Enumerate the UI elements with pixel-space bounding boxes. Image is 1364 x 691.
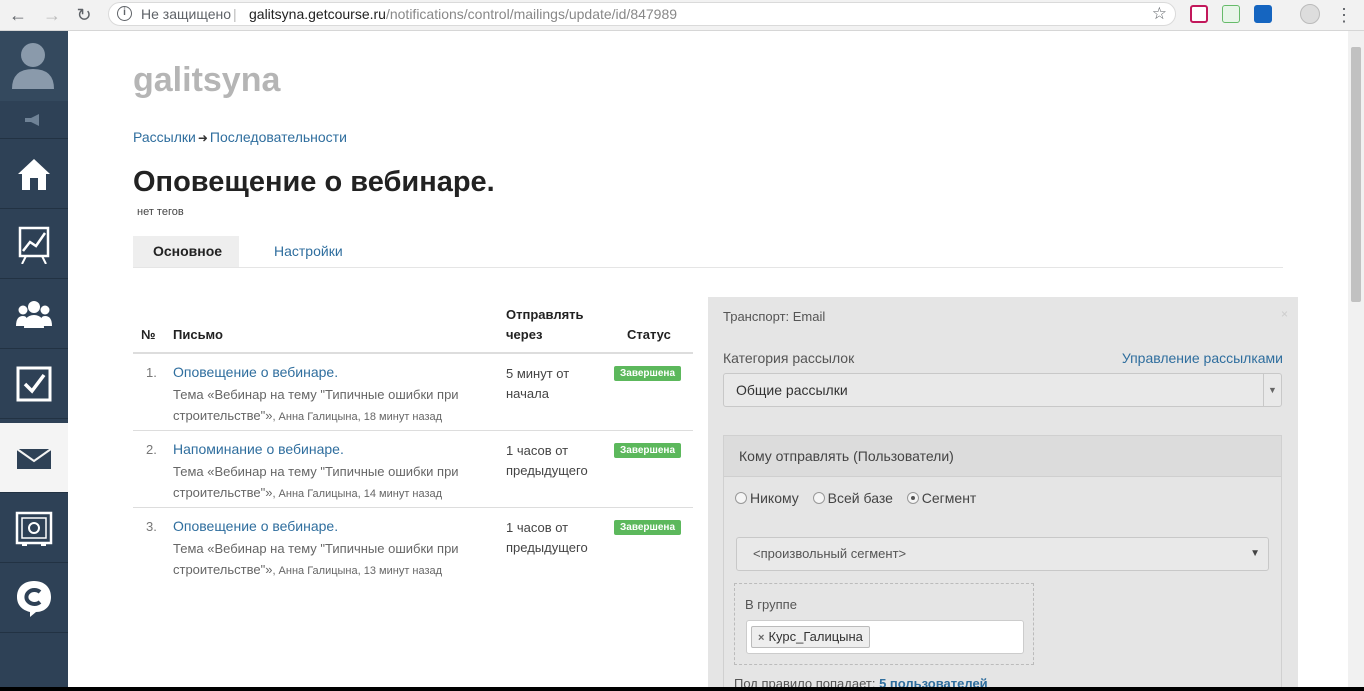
address-separator: | <box>233 6 237 22</box>
group-label: В группе <box>745 597 797 612</box>
browser-toolbar: ← → ↻ i Не защищено | galitsyna.getcours… <box>0 0 1364 31</box>
chat-c-icon <box>17 581 51 617</box>
window-bottom-edge <box>0 687 1364 691</box>
send-delay: 1 часов от предыдущего <box>506 520 588 555</box>
send-delay: 1 часов от предыдущего <box>506 443 588 478</box>
breadcrumb-mailings[interactable]: Рассылки <box>133 129 196 145</box>
info-icon[interactable]: i <box>117 6 132 21</box>
col-status: Статус <box>627 327 671 342</box>
sidebar-item-mail[interactable] <box>0 423 68 493</box>
letter-title-link[interactable]: Оповещение о вебинаре. <box>173 364 338 380</box>
table-row: 3. Оповещение о вебинаре. Тема «Вебинар … <box>133 508 693 585</box>
safe-icon <box>15 511 53 546</box>
search-extension-icon[interactable] <box>1254 5 1272 23</box>
mail-icon <box>16 448 52 469</box>
col-send-after-l1: Отправлять <box>506 307 584 322</box>
table-row: 2. Напоминание о вебинаре. Тема «Вебинар… <box>133 431 693 508</box>
site-name[interactable]: galitsyna <box>133 61 280 100</box>
radio-all[interactable]: Всей базе <box>812 490 893 506</box>
users-icon <box>16 301 52 328</box>
sidebar-item-users[interactable] <box>0 279 68 349</box>
breadcrumb-arrow-icon: ➜ <box>197 131 208 145</box>
tags-label: нет тегов <box>137 206 184 218</box>
col-num: № <box>141 327 156 342</box>
letter-subject: Тема «Вебинар на тему "Типичные ошибки п… <box>173 464 459 500</box>
user-avatar[interactable] <box>0 31 68 101</box>
tabs-bar: Основное Настройки <box>133 236 1283 268</box>
menu-icon[interactable]: ⋮ <box>1332 3 1356 27</box>
main-content: galitsyna Рассылки ➜ Последовательности Оп… <box>68 31 1348 691</box>
mailing-settings-panel: Транспорт: Email × Категория рассылок Уп… <box>708 297 1298 691</box>
tab-settings[interactable]: Настройки <box>254 236 363 267</box>
profile-avatar-icon[interactable] <box>1300 4 1320 24</box>
radio-icon <box>735 492 747 504</box>
bookmark-star-icon[interactable]: ☆ <box>1152 3 1167 25</box>
chevron-down-icon: ▼ <box>1263 374 1281 406</box>
letter-subject: Тема «Вебинар на тему "Типичные ошибки п… <box>173 387 459 423</box>
letter-title-link[interactable]: Напоминание о вебинаре. <box>173 441 344 457</box>
row-num: 1. <box>146 365 157 380</box>
close-icon[interactable]: × <box>1281 307 1288 321</box>
group-tag-chip: × Курс_Галицына <box>751 626 870 648</box>
sidebar-item-tasks[interactable] <box>0 349 68 419</box>
sidebar-item-chat[interactable] <box>0 563 68 633</box>
table-row: 1. Оповещение о вебинаре. Тема «Вебинар … <box>133 354 693 431</box>
page-scrollbar[interactable] <box>1348 31 1364 691</box>
address-bar[interactable]: i Не защищено | galitsyna.getcourse.ru/n… <box>108 2 1176 26</box>
col-letter: Письмо <box>173 327 223 342</box>
home-icon <box>18 159 50 190</box>
radio-icon <box>812 492 825 504</box>
letter-subject: Тема «Вебинар на тему "Типичные ошибки п… <box>173 541 459 577</box>
recipients-radio-group: Никому Всей базе Сегмент <box>735 490 986 506</box>
sidebar-item-stats[interactable] <box>0 209 68 279</box>
remove-tag-icon[interactable]: × <box>758 632 764 644</box>
transport-label: Транспорт: Email <box>723 309 826 324</box>
recipients-box: Кому отправлять (Пользователи) Никому Вс… <box>723 435 1282 691</box>
chart-icon <box>18 226 50 264</box>
status-badge: Завершена <box>614 443 682 458</box>
send-delay: 5 минут от начала <box>506 366 570 401</box>
sidebar-item-safe[interactable] <box>0 493 68 563</box>
group-tag-input[interactable]: × Курс_Галицына <box>746 620 1024 654</box>
checkbox-icon <box>16 366 52 402</box>
sidebar-item-announcements[interactable] <box>0 101 68 139</box>
forward-icon[interactable]: → <box>40 3 64 27</box>
category-select-value: Общие рассылки <box>736 382 848 398</box>
scrollbar-thumb[interactable] <box>1351 47 1361 302</box>
table-header: № Письмо Отправлять через Статус <box>133 296 693 354</box>
letters-table: № Письмо Отправлять через Статус 1. Опов… <box>133 296 693 585</box>
sidebar-item-home[interactable] <box>0 139 68 209</box>
status-badge: Завершена <box>614 520 682 535</box>
radio-segment[interactable]: Сегмент <box>906 490 976 506</box>
user-silhouette-icon <box>12 43 54 89</box>
recipients-header: Кому отправлять (Пользователи) <box>724 436 1281 477</box>
left-sidebar <box>0 31 68 691</box>
chevron-down-icon: ▼ <box>1250 548 1260 559</box>
breadcrumb: Рассылки ➜ Последовательности <box>133 129 347 145</box>
page-title: Оповещение о вебинаре. <box>133 166 495 198</box>
category-label: Категория рассылок <box>723 350 855 366</box>
url-text: galitsyna.getcourse.ru/notifications/con… <box>249 6 678 22</box>
segment-select-value: <произвольный сегмент> <box>753 546 907 561</box>
manage-mailings-link[interactable]: Управление рассылками <box>1122 350 1283 366</box>
reload-icon[interactable]: ↻ <box>72 3 96 27</box>
security-label: Не защищено <box>141 6 231 22</box>
paperclip-extension-icon[interactable] <box>1222 5 1240 23</box>
radio-selected-icon <box>906 492 919 504</box>
row-num: 2. <box>146 442 157 457</box>
pocket-extension-icon[interactable] <box>1190 5 1208 23</box>
radio-nobody[interactable]: Никому <box>735 490 799 506</box>
group-condition-box: В группе × Курс_Галицына <box>734 583 1034 665</box>
col-send-after-l2: через <box>506 327 543 342</box>
row-num: 3. <box>146 519 157 534</box>
megaphone-icon <box>25 114 39 126</box>
tab-main[interactable]: Основное <box>133 236 239 267</box>
back-icon[interactable]: ← <box>6 3 30 27</box>
status-badge: Завершена <box>614 366 682 381</box>
letter-title-link[interactable]: Оповещение о вебинаре. <box>173 518 338 534</box>
segment-select[interactable]: <произвольный сегмент> ▼ <box>736 537 1269 571</box>
breadcrumb-sequences[interactable]: Последовательности <box>210 129 347 145</box>
category-select[interactable]: Общие рассылки ▼ <box>723 373 1282 407</box>
